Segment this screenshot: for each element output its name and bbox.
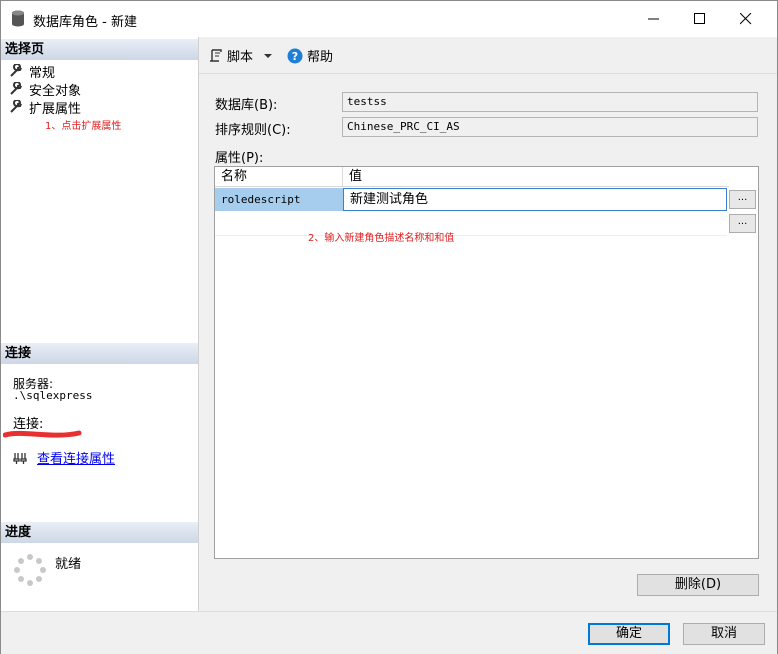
window-title: 数据库角色 - 新建 <box>33 15 137 30</box>
help-icon: ? <box>287 48 303 63</box>
progress-header: 进度 <box>1 522 198 543</box>
wrench-icon <box>10 100 22 113</box>
new-row[interactable] <box>215 212 727 236</box>
wrench-icon <box>10 82 22 95</box>
delete-button[interactable]: 删除(D) <box>637 574 759 596</box>
new-row-ellipsis-button[interactable]: ... <box>729 214 756 233</box>
database-label: 数据库(B): <box>215 98 278 113</box>
cancel-button[interactable]: 取消 <box>683 623 765 645</box>
redaction-mark <box>3 430 82 438</box>
title-bar: 数据库角色 - 新建 <box>1 1 777 37</box>
nav-item-label: 扩展属性 <box>29 101 82 117</box>
collation-field[interactable]: Chinese_PRC_CI_AS <box>342 117 758 137</box>
view-connection-properties-row: 查看连接属性 <box>13 448 115 467</box>
right-pane: 脚本 ? 帮助 数据库(B): testss 排序规则(C): Chinese_… <box>199 37 777 611</box>
view-connection-properties-link[interactable]: 查看连接属性 <box>37 448 115 467</box>
left-pane: 选择页 常规 安全对象 扩展属性 1、点击扩展属性 连接 服务器: .\sqle… <box>1 37 199 611</box>
maximize-button[interactable] <box>677 1 723 37</box>
dialog-footer: 确定 取消 <box>1 611 777 654</box>
annotation-step-2: 2、输入新建角色描述名称和和值 <box>308 233 455 244</box>
chevron-down-icon[interactable] <box>263 51 273 61</box>
property-name-cell[interactable]: roledescript <box>215 188 343 211</box>
close-button[interactable] <box>723 1 769 37</box>
toolbar: 脚本 ? 帮助 <box>199 37 777 74</box>
dialog-window: 数据库角色 - 新建 选择页 常规 安全对象 扩展属性 1、点击扩展属性 连接 … <box>0 0 778 654</box>
nav-item-label: 常规 <box>29 65 56 81</box>
column-header-name[interactable]: 名称 <box>215 167 343 187</box>
nav-item-securables[interactable]: 安全对象 <box>9 80 82 99</box>
close-icon <box>740 13 752 25</box>
progress-status: 就绪 <box>55 557 82 572</box>
server-value: .\sqlexpress <box>13 389 93 402</box>
help-button[interactable]: ? 帮助 <box>287 46 333 65</box>
connection-properties-icon <box>13 452 27 464</box>
properties-label: 属性(P): <box>215 151 264 166</box>
collation-label: 排序规则(C): <box>215 123 291 138</box>
script-button[interactable]: 脚本 <box>209 46 273 65</box>
nav-item-extended-properties[interactable]: 扩展属性 <box>9 98 82 117</box>
nav-item-general[interactable]: 常规 <box>9 62 56 81</box>
wrench-icon <box>10 64 22 77</box>
row-ellipsis-button[interactable]: ... <box>729 190 756 209</box>
progress-spinner-icon <box>14 554 46 586</box>
properties-grid: 名称 值 roledescript 新建测试角色 ... ... 2、输入新建角… <box>214 166 759 559</box>
annotation-step-1: 1、点击扩展属性 <box>45 121 122 132</box>
script-icon <box>210 48 222 62</box>
ok-button[interactable]: 确定 <box>588 623 670 645</box>
connection-header: 连接 <box>1 343 198 364</box>
script-label: 脚本 <box>227 50 254 65</box>
database-icon <box>12 10 24 27</box>
property-value-input[interactable]: 新建测试角色 <box>343 188 727 211</box>
column-header-value[interactable]: 值 <box>343 167 729 187</box>
database-field[interactable]: testss <box>342 92 758 112</box>
select-page-header: 选择页 <box>1 39 198 60</box>
help-label: 帮助 <box>307 50 334 65</box>
minimize-button[interactable] <box>631 1 677 37</box>
minimize-icon <box>648 18 659 20</box>
nav-item-label: 安全对象 <box>29 83 82 99</box>
svg-text:?: ? <box>292 50 298 63</box>
maximize-icon <box>694 13 705 24</box>
